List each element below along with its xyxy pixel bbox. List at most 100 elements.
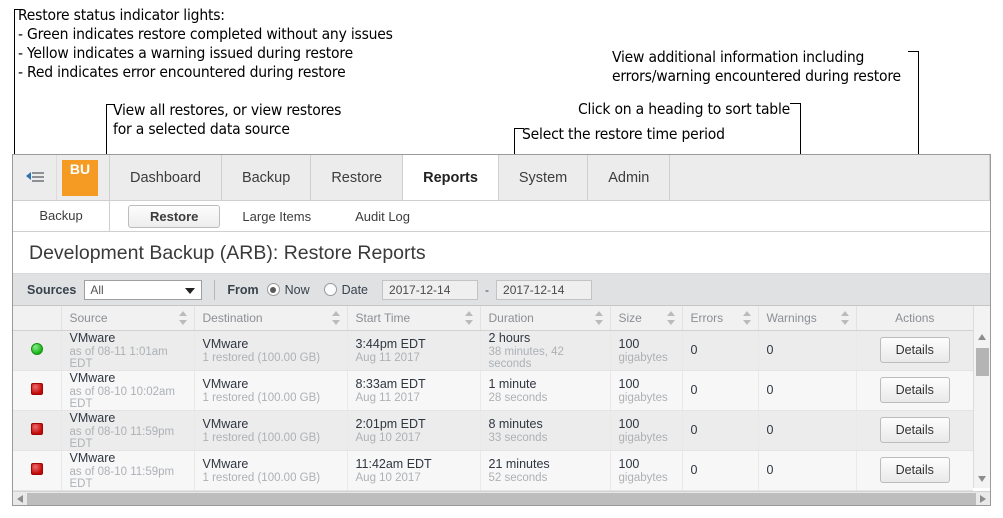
cell-duration: 8 minutes 33 seconds (480, 410, 611, 451)
column-header-size[interactable]: Size (610, 306, 683, 331)
cell-start-time-sub: Aug 11 2017 (355, 351, 420, 364)
subnav-left-label[interactable]: Backup (13, 201, 110, 231)
radio-now-label[interactable]: Now (285, 283, 310, 297)
column-header-actions: Actions (856, 306, 973, 331)
table-row[interactable]: VMware as of 08-10 10:02am EDT VMware 1 re… (13, 370, 973, 411)
cell-size-sub: gigabytes (618, 471, 668, 484)
column-header-destination-label: Destination (202, 310, 263, 325)
column-header-status (13, 306, 62, 331)
collapse-sidebar-button[interactable] (13, 155, 57, 200)
scroll-down-arrow-icon[interactable] (978, 476, 986, 482)
vertical-scrollbar[interactable] (973, 306, 990, 488)
sub-navbar: Backup Restore Large Items Audit Log (13, 201, 990, 232)
column-header-start-time[interactable]: Start Time (347, 306, 481, 331)
row-status-cell (13, 370, 62, 411)
status-indicator-icon (30, 342, 43, 355)
column-header-source[interactable]: Source (61, 306, 195, 331)
row-status-cell (13, 450, 62, 491)
table-header-row: Source Destination Start Time Duration S… (13, 306, 973, 331)
annotation-line: Restore status indicator lights: (18, 6, 225, 24)
collapse-sidebar-icon (25, 172, 44, 183)
cell-source-main: VMware (69, 370, 116, 385)
sources-select[interactable]: All (84, 279, 203, 300)
radio-date[interactable] (323, 283, 337, 296)
column-header-destination[interactable]: Destination (194, 306, 348, 331)
column-header-start-time-label: Start Time (355, 310, 411, 325)
column-header-source-label: Source (69, 310, 108, 325)
column-header-duration[interactable]: Duration (480, 306, 611, 331)
vertical-scrollbar-thumb[interactable] (976, 348, 989, 376)
nav-tab-reports[interactable]: Reports (403, 155, 499, 200)
details-button[interactable]: Details (879, 337, 950, 363)
status-indicator-icon (30, 462, 43, 475)
row-status-cell (13, 410, 62, 451)
cell-source-sub: as of 08-10 11:59pm EDT (69, 425, 175, 450)
scroll-up-arrow-icon[interactable] (978, 334, 986, 340)
nav-tab-system[interactable]: System (498, 155, 589, 200)
sort-icon (178, 311, 188, 325)
cell-destination-main: VMware (202, 336, 249, 351)
table-row[interactable]: VMware as of 08-10 11:59pm EDT VMware 1 re… (13, 450, 973, 491)
table-row[interactable]: VMware as of 08-11 1:01am EDT VMware 1 res… (13, 330, 973, 371)
status-indicator-icon (30, 382, 43, 395)
nav-tab-backup[interactable]: Backup (221, 155, 312, 200)
chevron-down-icon (185, 287, 196, 294)
app-window: BU Dashboard Backup Restore Reports Syst… (12, 154, 991, 506)
cell-start-time: 2:01pm EDT Aug 10 2017 (347, 410, 481, 451)
restore-reports-table-wrapper: Source Destination Start Time Duration S… (13, 306, 973, 491)
scroll-right-arrow-icon[interactable] (980, 494, 986, 503)
annotation-time-period: Select the restore time period (522, 125, 725, 144)
details-button[interactable]: Details (879, 377, 950, 403)
cell-size: 100 gigabytes (610, 330, 683, 371)
cell-duration-sub: 33 seconds (488, 431, 548, 444)
cell-start-time-main: 3:44pm EDT (355, 336, 426, 351)
nav-tab-admin[interactable]: Admin (588, 155, 671, 200)
radio-date-label[interactable]: Date (342, 283, 368, 297)
table-head: Source Destination Start Time Duration S… (13, 306, 973, 331)
subnav-tab-restore[interactable]: Restore (128, 204, 221, 228)
bu-logo[interactable]: BU (62, 159, 98, 196)
details-button[interactable]: Details (879, 417, 950, 443)
cell-errors: 0 (682, 450, 759, 491)
row-status-cell (13, 330, 62, 371)
annotation-line: errors/warning encountered during restor… (612, 67, 901, 85)
cell-source: VMware as of 08-11 1:01am EDT (61, 330, 195, 371)
sources-label: Sources (27, 282, 77, 297)
nav-tab-restore[interactable]: Restore (311, 155, 404, 200)
sort-icon (331, 311, 341, 325)
column-header-errors[interactable]: Errors (682, 306, 759, 331)
annotation-sort: Click on a heading to sort table (578, 100, 790, 119)
subnav-tab-audit-log[interactable]: Audit Log (333, 205, 432, 228)
cell-errors: 0 (682, 330, 759, 371)
cell-start-time-main: 11:42am EDT (355, 456, 432, 471)
column-header-warnings[interactable]: Warnings (758, 306, 857, 331)
cell-start-time-sub: Aug 10 2017 (355, 431, 421, 444)
cell-duration-main: 8 minutes (488, 416, 543, 431)
page-title: Development Backup (ARB): Restore Report… (13, 232, 990, 274)
cell-start-time: 11:42am EDT Aug 10 2017 (347, 450, 481, 491)
horizontal-scrollbar-thumb[interactable] (27, 492, 976, 505)
table-row[interactable]: VMware as of 08-10 11:59pm EDT VMware 1 re… (13, 410, 973, 451)
nav-tab-dashboard[interactable]: Dashboard (110, 155, 222, 200)
scroll-left-arrow-icon[interactable] (17, 494, 23, 503)
horizontal-scrollbar[interactable] (13, 490, 990, 505)
subnav-tab-large-items[interactable]: Large Items (220, 205, 333, 228)
details-button[interactable]: Details (879, 457, 950, 483)
sort-icon (840, 311, 850, 325)
cell-source: VMware as of 08-10 10:02am EDT (61, 370, 195, 411)
restore-reports-table: Source Destination Start Time Duration S… (13, 306, 973, 491)
radio-now[interactable] (266, 283, 280, 296)
cell-duration: 21 minutes 52 seconds (480, 450, 611, 491)
date-start-input[interactable]: 2017-12-14 (382, 279, 479, 300)
date-range-separator: - (485, 282, 490, 297)
cell-destination-sub: 1 restored (100.00 GB) (202, 391, 321, 404)
cell-source-sub: as of 08-10 10:02am EDT (69, 385, 176, 410)
date-end-input[interactable]: 2017-12-14 (496, 279, 593, 300)
cell-size-main: 100 (618, 456, 640, 471)
navbar-tabs: Dashboard Backup Restore Reports System … (110, 155, 990, 200)
cell-source-main: VMware (69, 410, 116, 425)
cell-warnings: 0 (758, 330, 857, 371)
cell-actions: Details (856, 410, 973, 451)
cell-start-time-sub: Aug 11 2017 (355, 391, 420, 404)
cell-source: VMware as of 08-10 11:59pm EDT (61, 410, 195, 451)
